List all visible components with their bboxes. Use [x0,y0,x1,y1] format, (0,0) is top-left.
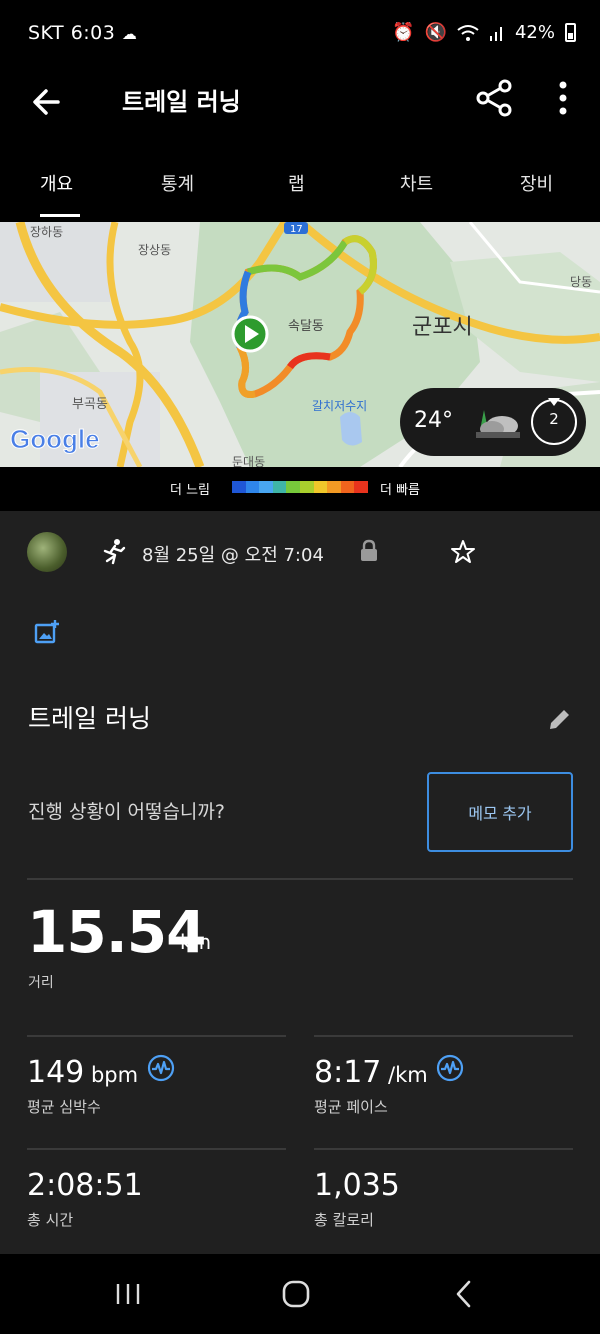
battery-icon [565,23,576,42]
edit-pencil-icon[interactable] [546,707,572,733]
weather-badge: 24° 2 [400,388,586,456]
divider [27,1148,286,1150]
calories-label: 총 칼로리 [314,1211,374,1229]
legend-fast-label: 더 빠름 [380,483,421,498]
app-bar: 트레일 러닝 [0,70,600,150]
avatar[interactable] [27,532,67,572]
pace-legend-segment [313,481,328,493]
home-icon[interactable] [276,1276,316,1312]
divider [27,1035,286,1037]
pace-unit: /km [381,1063,428,1087]
lock-icon[interactable] [358,539,380,563]
pace-legend-segment [232,481,246,493]
map-label-road: 17 [290,224,303,235]
pace-legend-segment [340,481,355,493]
heart-rate-unit: bpm [84,1063,139,1087]
running-icon [103,539,126,565]
map-label-jangsang: 장상동 [138,243,171,257]
tab-laps[interactable]: 랩 [288,170,305,196]
distance-label: 거리 [28,975,54,991]
add-photo-icon[interactable] [34,619,60,645]
pace-legend-segment [354,481,368,493]
avg-heart-rate-stat: 149 bpm 평균 심박수 [27,1055,138,1117]
pace-gradient-bar [232,481,368,493]
wind-speed: 2 [549,410,559,428]
map-label-sokdal: 속달동 [288,319,324,334]
wind-indicator: 2 [528,396,580,448]
pace-legend-segment [286,481,300,493]
back-arrow-icon[interactable] [28,82,68,122]
heart-rate-label: 평균 심박수 [27,1098,101,1116]
divider [27,878,573,880]
tab-gear[interactable]: 장비 [520,170,553,196]
carrier-time-text: SKT 6:03 [28,22,116,44]
pace-label: 평균 페이스 [314,1098,388,1116]
tab-overview[interactable]: 개요 [40,170,73,196]
tab-charts[interactable]: 차트 [400,170,433,196]
page-title: 트레일 러닝 [122,88,241,116]
map-label-daeya: 둔대동 [232,455,265,467]
activity-name: 트레일 러닝 [28,704,151,733]
distance-unit: km [180,930,212,954]
tab-bar: 개요 통계 랩 차트 장비 [0,150,600,222]
pace-legend-segment [327,481,341,493]
pace-legend-segment [299,481,314,493]
wifi-icon [457,24,479,41]
cloudy-weather-icon [476,410,520,438]
map-label-galchi: 갈치저수지 [312,399,367,413]
carrier-time: SKT 6:03 ☁ [28,22,137,44]
legend-slow-label: 더 느림 [170,483,211,498]
weather-temperature: 24° [414,408,453,433]
pace-pulse-icon[interactable] [436,1054,464,1082]
mute-icon: 🔇 [424,22,447,43]
map-label-bugok: 부곡동 [72,397,108,412]
pace-legend-segment [245,481,260,493]
system-back-icon[interactable] [444,1276,484,1312]
total-time-stat: 2:08:51 총 시간 [27,1168,143,1230]
add-memo-button[interactable]: 메모 추가 [427,772,573,852]
status-bar: SKT 6:03 ☁ ⏰ 🔇 42% [0,0,600,70]
calories-value: 1,035 [314,1168,400,1203]
pace-legend-segment [259,481,273,493]
system-nav-bar [0,1254,600,1334]
heart-rate-value: 149 [27,1055,85,1090]
google-logo: Google [10,424,100,454]
total-time-value: 2:08:51 [27,1168,143,1203]
divider [314,1035,573,1037]
battery-text: 42% [514,22,555,43]
cloud-status-icon: ☁ [121,25,138,43]
activity-content: 8월 25일 @ 오전 7:04 트레일 러닝 진행 상황이 어떻습니까? 메모… [0,511,600,1254]
map-label-dang: 당동 [570,275,592,289]
activity-meta: 8월 25일 @ 오전 7:04 [0,511,600,597]
pace-legend-segment [272,481,287,493]
recent-apps-icon[interactable] [108,1276,148,1312]
activity-date: 8월 25일 @ 오전 7:04 [142,545,324,566]
total-time-label: 총 시간 [27,1211,74,1229]
favorite-star-icon[interactable] [450,539,476,565]
more-options-icon[interactable] [550,78,576,118]
alarm-icon: ⏰ [392,22,415,43]
map-label-jangha: 장하동 [30,225,63,239]
active-tab-indicator [40,214,80,217]
memo-prompt: 진행 상황이 어떻습니까? [28,801,225,823]
pace-value: 8:17 [314,1055,382,1090]
avg-pace-stat: 8:17 /km 평균 페이스 [314,1055,428,1117]
pace-legend: 더 느림 더 빠름 [0,467,600,511]
distance-value: 15.54 [27,898,206,966]
heart-rate-pulse-icon[interactable] [147,1054,175,1082]
signal-icon [489,26,502,41]
divider [314,1148,573,1150]
tab-stats[interactable]: 통계 [161,170,194,196]
share-icon[interactable] [472,76,516,120]
total-calories-stat: 1,035 총 칼로리 [314,1168,400,1230]
map-label-gunpo: 군포시 [412,315,473,340]
status-icons: ⏰ 🔇 42% [392,22,576,43]
